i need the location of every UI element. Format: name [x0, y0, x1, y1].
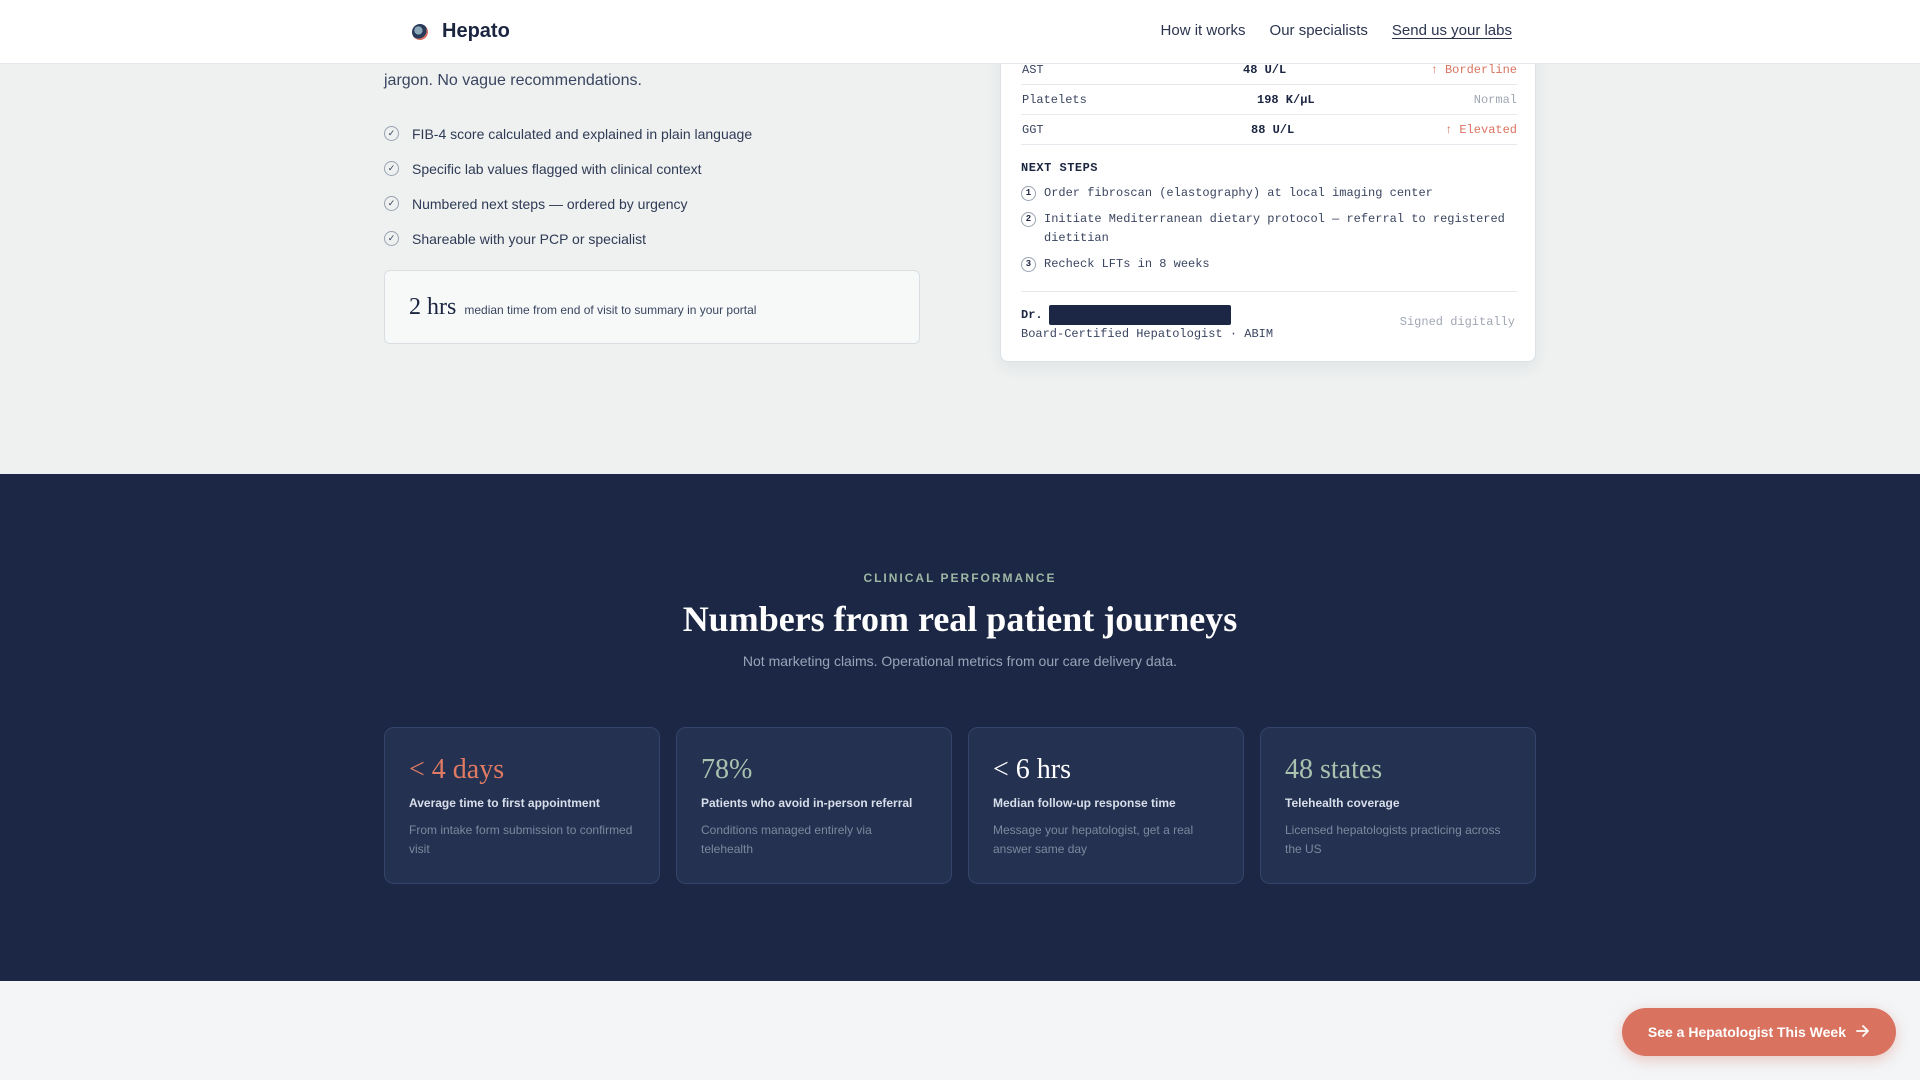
lab-row: Platelets 198 K/μL Normal	[1021, 85, 1517, 115]
metric-label: Telehealth coverage	[1285, 796, 1400, 810]
stat-value: 2 hrs	[409, 293, 457, 320]
list-item: ✓ Shareable with your PCP or specialist	[384, 221, 752, 256]
site-header: Hepato How it works Our specialists Send…	[0, 0, 1920, 64]
metric-card: < 6 hrs Median follow-up response time M…	[968, 727, 1244, 884]
metric-label: Median follow-up response time	[993, 796, 1176, 810]
list-item-label: FIB-4 score calculated and explained in …	[412, 125, 753, 142]
metric-desc: Licensed hepatologists practicing across…	[1285, 823, 1501, 856]
check-icon: ✓	[384, 126, 399, 141]
logo-icon	[412, 23, 428, 40]
lab-row: GGT 88 U/L ↑ Elevated	[1021, 115, 1517, 145]
lab-flag: ↑ Borderline	[1430, 63, 1517, 77]
main-nav: How it works Our specialists Send us you…	[1161, 22, 1512, 39]
step-text: Order fibroscan (elastography) at local …	[1044, 186, 1433, 200]
section-eyebrow: CLINICAL PERFORMANCE	[863, 571, 1057, 585]
step-number: 2	[1021, 212, 1036, 227]
metric-desc: From intake form submission to confirmed…	[409, 823, 633, 856]
brand[interactable]: Hepato	[412, 20, 510, 43]
list-item-label: Shareable with your PCP or specialist	[412, 230, 646, 247]
check-icon: ✓	[384, 161, 399, 176]
redacted-name	[1048, 305, 1231, 325]
list-item: ✓ Specific lab values flagged with clini…	[384, 151, 752, 186]
step-text: Recheck LFTs in 8 weeks	[1044, 257, 1210, 271]
arrow-right-icon	[1856, 1024, 1870, 1040]
nav-send-labs[interactable]: Send us your labs	[1392, 22, 1512, 39]
section-subtitle: Not marketing claims. Operational metric…	[742, 653, 1178, 669]
check-icon: ✓	[384, 196, 399, 211]
lab-value: 88 U/L	[1251, 123, 1295, 137]
metric-label: Patients who avoid in-person referral	[701, 796, 913, 810]
lab-value: 48 U/L	[1243, 63, 1287, 77]
turnaround-stat: 2 hrs median time from end of visit to s…	[384, 270, 920, 344]
brand-name: Hepato	[442, 20, 510, 42]
list-item: ✓ FIB-4 score calculated and explained i…	[384, 116, 752, 151]
next-step: 3 Recheck LFTs in 8 weeks	[1021, 255, 1517, 274]
metric-desc: Conditions managed entirely via teleheal…	[701, 823, 872, 856]
metric-card: < 4 days Average time to first appointme…	[384, 727, 660, 884]
metric-label: Average time to first appointment	[409, 796, 600, 810]
lab-name: Platelets	[1022, 93, 1087, 107]
metric-value: 48 states	[1285, 754, 1383, 785]
book-hepatologist-button[interactable]: See a Hepatologist This Week	[1621, 1008, 1896, 1056]
metric-value: 78%	[701, 754, 753, 785]
feature-checklist: ✓ FIB-4 score calculated and explained i…	[384, 116, 752, 256]
doctor-prefix: Dr.	[1021, 308, 1043, 323]
lab-value: 198 K/μL	[1257, 93, 1315, 107]
list-item: ✓ Numbered next steps — ordered by urgen…	[384, 186, 752, 221]
cta-label: See a Hepatologist This Week	[1647, 1024, 1846, 1040]
metric-desc: Message your hepatologist, get a real an…	[993, 823, 1194, 856]
metric-value: < 4 days	[409, 754, 505, 785]
step-text: Initiate Mediterranean dietary protocol …	[1044, 212, 1505, 245]
next-step: 2 Initiate Mediterranean dietary protoco…	[1021, 210, 1517, 248]
section-title: Numbers from real patient journeys	[682, 599, 1238, 639]
list-item-label: Numbered next steps — ordered by urgency	[412, 195, 688, 212]
metrics-grid: < 4 days Average time to first appointme…	[384, 727, 1536, 884]
nav-how-it-works[interactable]: How it works	[1161, 22, 1246, 39]
doctor-credentials: Board-Certified Hepatologist · ABIM	[1021, 327, 1274, 341]
lab-flag: Normal	[1473, 93, 1517, 107]
lab-name: AST	[1022, 63, 1044, 77]
stat-label: median time from end of visit to summary…	[464, 303, 757, 317]
check-icon: ✓	[384, 231, 399, 246]
intro-text: jargon. No vague recommendations.	[384, 72, 642, 89]
nav-our-specialists[interactable]: Our specialists	[1270, 22, 1368, 39]
divider	[1021, 291, 1517, 292]
performance-section: CLINICAL PERFORMANCE Numbers from real p…	[0, 474, 1920, 981]
lab-flag: ↑ Elevated	[1444, 123, 1517, 137]
sample-report-card: AST 48 U/L ↑ Borderline Platelets 198 K/…	[1000, 40, 1536, 362]
metric-value: < 6 hrs	[993, 754, 1072, 785]
step-number: 1	[1021, 186, 1036, 201]
step-number: 3	[1021, 257, 1036, 272]
list-item-label: Specific lab values flagged with clinica…	[412, 160, 702, 177]
next-step: 1 Order fibroscan (elastography) at loca…	[1021, 184, 1517, 203]
metric-card: 78% Patients who avoid in-person referra…	[676, 727, 952, 884]
doctor-signature: Dr.	[1021, 305, 1231, 325]
metric-card: 48 states Telehealth coverage Licensed h…	[1260, 727, 1536, 884]
signed-status: Signed digitally	[1399, 315, 1515, 329]
lab-name: GGT	[1022, 123, 1044, 137]
next-steps-title: NEXT STEPS	[1021, 161, 1099, 175]
